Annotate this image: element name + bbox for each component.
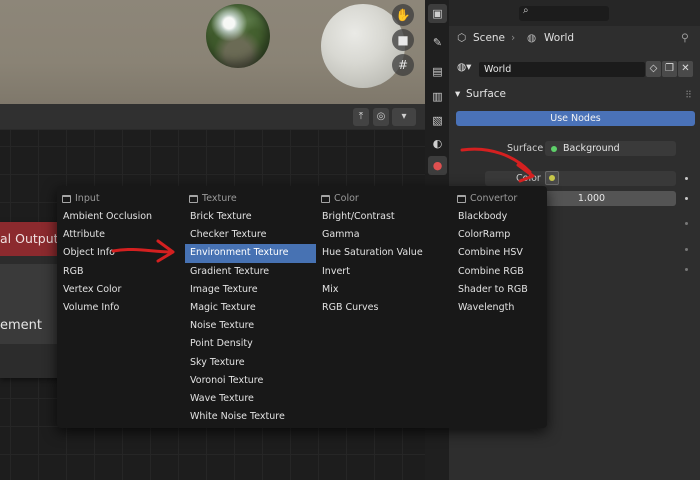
annotation-arrow-to-environment-texture <box>111 247 172 254</box>
blender-window: ✋ ■ # ⤒ ◎ ▾ al Output ement ▣ ✎ ▤ ▥ ▧ ◐ … <box>0 0 700 480</box>
annotation-arrow-to-color <box>460 147 532 174</box>
annotation-arrows <box>111 147 535 263</box>
